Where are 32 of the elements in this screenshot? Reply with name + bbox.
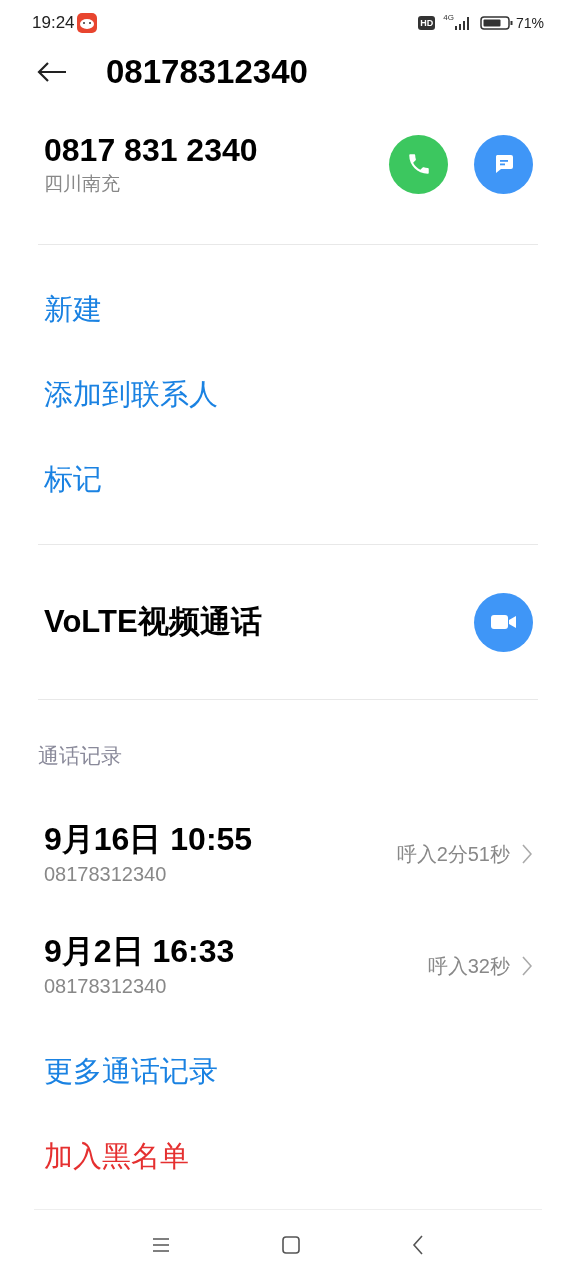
signal-icon [453, 15, 472, 31]
menu-icon[interactable] [152, 1237, 170, 1253]
chevron-right-icon [522, 843, 532, 864]
network-label: 4G [443, 12, 454, 24]
video-camera-icon [489, 612, 518, 632]
section-title: 通话记录 [37, 743, 123, 769]
chevron-right-icon [522, 955, 532, 976]
call-log-row[interactable]: 9月16日 10:55 08178312340 呼入2分51秒 [0, 797, 576, 910]
call-detail: 呼入32秒 [427, 953, 510, 979]
action-link[interactable]: 标记 [0, 437, 576, 522]
home-icon[interactable] [282, 1236, 300, 1254]
blacklist-link[interactable]: 加入黑名单 [0, 1114, 576, 1200]
app-icon [76, 13, 97, 33]
call-log-row[interactable]: 9月2日 16:33 08178312340 呼入32秒 [0, 909, 576, 1022]
battery-percent: 71% [515, 13, 544, 33]
status-time: 19:24 [32, 12, 75, 35]
hd-badge: HD [418, 16, 436, 30]
battery-icon [479, 15, 514, 31]
phone-number: 0817 831 2340 [44, 130, 259, 170]
action-link[interactable]: 新建 [0, 267, 576, 352]
action-link[interactable]: 添加到联系人 [0, 352, 576, 437]
call-time: 9月2日 16:33 [44, 931, 236, 971]
call-number: 08178312340 [44, 861, 168, 887]
more-calls-link[interactable]: 更多通话记录 [0, 1029, 576, 1115]
number-location: 四川南充 [44, 171, 121, 196]
call-number: 08178312340 [44, 973, 168, 999]
call-time: 9月16日 10:55 [44, 819, 254, 859]
back-arrow-icon[interactable] [36, 61, 68, 83]
call-detail: 呼入2分51秒 [396, 841, 510, 867]
back-icon[interactable] [412, 1235, 424, 1255]
page-title: 08178312340 [106, 52, 308, 93]
video-call-label: VoLTE视频通话 [44, 602, 263, 641]
